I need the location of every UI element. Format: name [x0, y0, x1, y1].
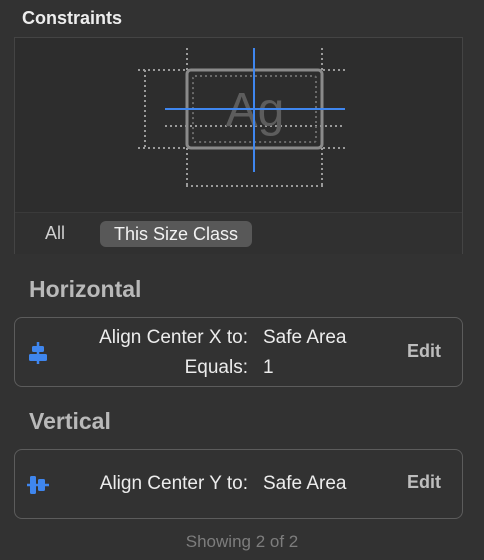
vertical-constraint-label: Align Center Y to: — [99, 473, 248, 494]
horizontal-constraint-target: Safe Area — [263, 327, 347, 348]
constraints-title: Constraints — [22, 8, 123, 28]
constraints-preview: Ag All This Size Class — [14, 37, 463, 254]
size-class-tabs: All This Size Class — [15, 212, 462, 254]
horizontal-constraint-card[interactable]: Align Center X to: Safe Area Equals: 1 E… — [14, 317, 463, 387]
horizontal-equals-value: 1 — [263, 357, 274, 378]
align-center-y-icon — [27, 476, 49, 494]
horizontal-title: Horizontal — [29, 276, 142, 302]
tab-this-size-class[interactable]: This Size Class — [100, 221, 253, 247]
horizontal-constraint-label: Align Center X to: — [99, 327, 248, 348]
vertical-constraint-card[interactable]: Align Center Y to: Safe Area Edit — [14, 449, 463, 519]
tab-all[interactable]: All — [45, 223, 65, 244]
horizontal-equals-label: Equals: — [184, 357, 248, 378]
vertical-constraint-target: Safe Area — [263, 473, 347, 494]
vertical-title: Vertical — [29, 408, 111, 434]
constraint-diagram: Ag — [138, 48, 345, 188]
align-center-x-icon — [29, 342, 47, 364]
showing-count: Showing 2 of 2 — [185, 532, 299, 551]
horizontal-edit-button[interactable]: Edit — [407, 341, 441, 362]
vertical-edit-button[interactable]: Edit — [407, 472, 441, 493]
preview-canvas: Ag — [15, 38, 462, 212]
